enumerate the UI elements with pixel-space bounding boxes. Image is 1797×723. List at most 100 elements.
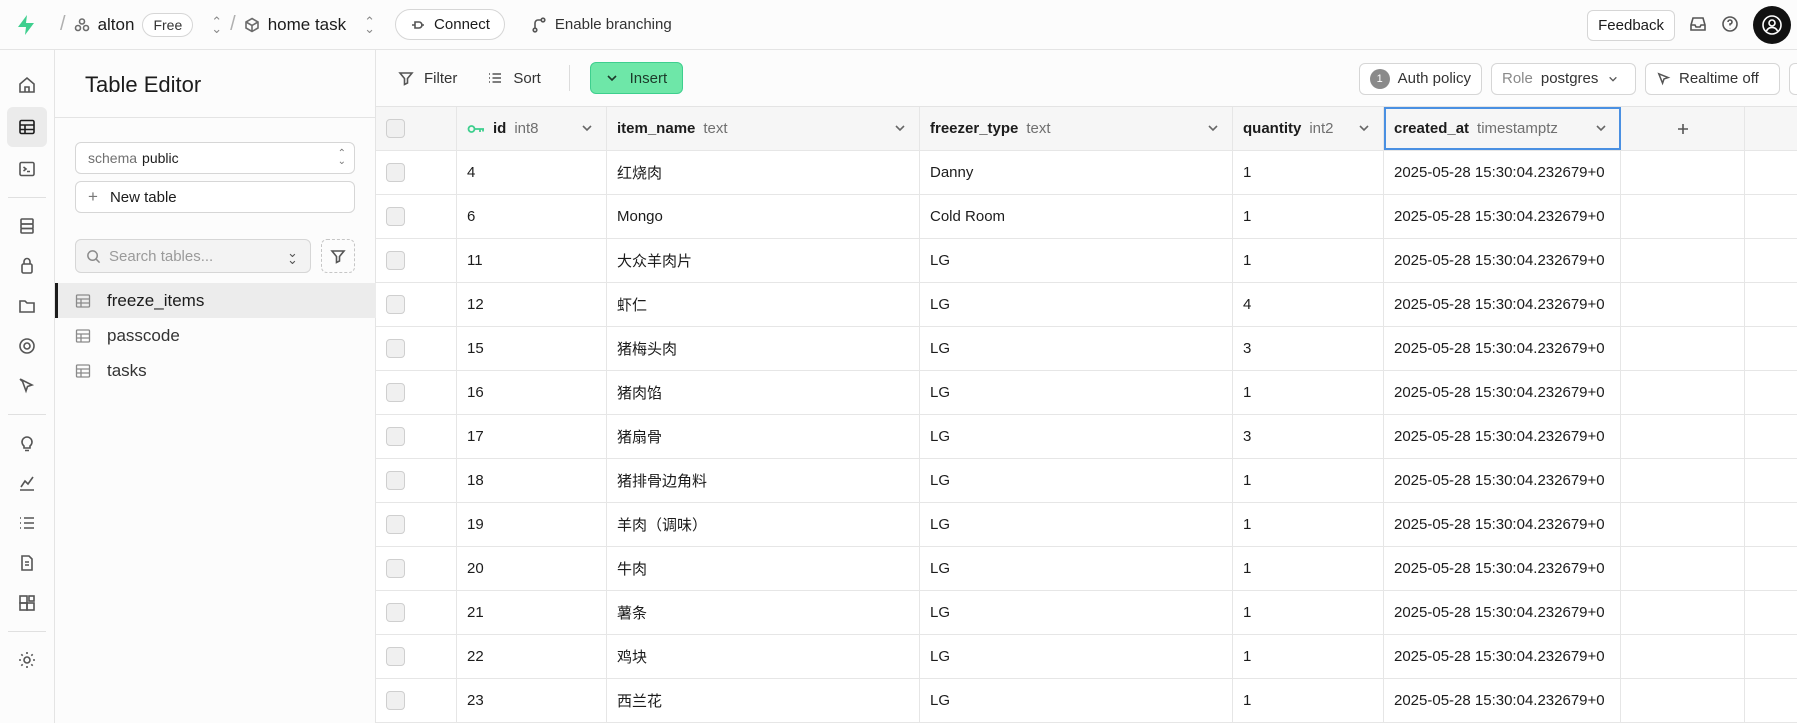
column-header-item-name[interactable]: item_name text [607, 107, 920, 150]
column-header-quantity[interactable]: quantity int2 [1233, 107, 1384, 150]
row-checkbox[interactable] [386, 339, 405, 358]
storage-folder-icon[interactable] [7, 286, 47, 326]
row-checkbox[interactable] [386, 207, 405, 226]
cell-item-name[interactable]: 羊肉（调味） [607, 503, 920, 546]
cell-id[interactable]: 19 [457, 503, 607, 546]
row-checkbox[interactable] [386, 603, 405, 622]
chevron-down-icon[interactable] [1357, 121, 1371, 135]
cell-id[interactable]: 11 [457, 239, 607, 282]
chevron-down-icon[interactable] [1594, 121, 1608, 135]
reports-chart-icon[interactable] [7, 463, 47, 503]
org-breadcrumb[interactable]: alton Free ⌃ ⌄ [74, 12, 222, 37]
cell-item-name[interactable]: Mongo [607, 195, 920, 238]
cell-freezer-type[interactable]: LG [920, 635, 1233, 678]
project-switcher-icon[interactable]: ⌃ ⌄ [364, 15, 375, 35]
filter-button[interactable]: Filter [398, 70, 457, 87]
cell-quantity[interactable]: 3 [1233, 327, 1384, 370]
row-checkbox[interactable] [386, 647, 405, 666]
chevron-down-icon[interactable] [1206, 121, 1220, 135]
realtime-toggle-button[interactable]: Realtime off [1645, 62, 1780, 95]
cell-quantity[interactable]: 1 [1233, 635, 1384, 678]
cell-id[interactable]: 23 [457, 679, 607, 722]
cell-id[interactable]: 16 [457, 371, 607, 414]
cell-quantity[interactable]: 1 [1233, 151, 1384, 194]
cell-freezer-type[interactable]: LG [920, 239, 1233, 282]
collapse-chevrons-icon[interactable]: ⌄ ⌄ [287, 246, 298, 266]
cell-quantity[interactable]: 1 [1233, 371, 1384, 414]
auth-lock-icon[interactable] [7, 246, 47, 286]
integrations-icon[interactable] [7, 583, 47, 623]
cell-freezer-type[interactable]: LG [920, 327, 1233, 370]
row-checkbox[interactable] [386, 691, 405, 710]
cell-id[interactable]: 17 [457, 415, 607, 458]
edge-functions-icon[interactable] [7, 326, 47, 366]
sort-button[interactable]: Sort [487, 70, 541, 87]
cell-created-at[interactable]: 2025-05-28 15:30:04.232679+0 [1384, 239, 1621, 282]
row-checkbox[interactable] [386, 427, 405, 446]
table-editor-icon[interactable] [7, 107, 47, 147]
auth-policy-button[interactable]: 1 Auth policy [1358, 62, 1482, 95]
chevron-down-icon[interactable] [893, 121, 907, 135]
connect-button[interactable]: Connect [395, 9, 505, 40]
help-icon[interactable] [1721, 15, 1739, 36]
chevron-down-icon[interactable] [580, 121, 594, 135]
inbox-icon[interactable] [1689, 15, 1707, 36]
cell-created-at[interactable]: 2025-05-28 15:30:04.232679+0 [1384, 635, 1621, 678]
row-checkbox[interactable] [386, 471, 405, 490]
cell-id[interactable]: 21 [457, 591, 607, 634]
cell-created-at[interactable]: 2025-05-28 15:30:04.232679+0 [1384, 327, 1621, 370]
column-header-id[interactable]: id int8 [457, 107, 607, 150]
cell-freezer-type[interactable]: LG [920, 415, 1233, 458]
cell-freezer-type[interactable]: LG [920, 459, 1233, 502]
cell-item-name[interactable]: 薯条 [607, 591, 920, 634]
cell-quantity[interactable]: 1 [1233, 239, 1384, 282]
cell-quantity[interactable]: 1 [1233, 195, 1384, 238]
cell-quantity[interactable]: 4 [1233, 283, 1384, 326]
row-checkbox[interactable] [386, 251, 405, 270]
cell-id[interactable]: 20 [457, 547, 607, 590]
row-checkbox[interactable] [386, 515, 405, 534]
advisors-lightbulb-icon[interactable] [7, 423, 47, 463]
schema-select[interactable]: schema public ⌃ ⌄ [75, 142, 355, 174]
insert-button[interactable]: Insert [589, 62, 683, 94]
cell-quantity[interactable]: 3 [1233, 415, 1384, 458]
cell-quantity[interactable]: 1 [1233, 679, 1384, 722]
cell-item-name[interactable]: 猪肉馅 [607, 371, 920, 414]
cell-id[interactable]: 12 [457, 283, 607, 326]
cell-created-at[interactable]: 2025-05-28 15:30:04.232679+0 [1384, 679, 1621, 722]
add-column-button[interactable] [1621, 107, 1745, 150]
cell-freezer-type[interactable]: LG [920, 547, 1233, 590]
new-table-button[interactable]: + New table [75, 181, 355, 213]
cell-item-name[interactable]: 红烧肉 [607, 151, 920, 194]
cell-item-name[interactable]: 西兰花 [607, 679, 920, 722]
cell-item-name[interactable]: 猪扇骨 [607, 415, 920, 458]
cell-item-name[interactable]: 猪排骨边角料 [607, 459, 920, 502]
cell-id[interactable]: 4 [457, 151, 607, 194]
home-icon[interactable] [7, 65, 47, 105]
row-checkbox[interactable] [386, 383, 405, 402]
cell-created-at[interactable]: 2025-05-28 15:30:04.232679+0 [1384, 547, 1621, 590]
cell-quantity[interactable]: 1 [1233, 547, 1384, 590]
cell-freezer-type[interactable]: LG [920, 371, 1233, 414]
cell-created-at[interactable]: 2025-05-28 15:30:04.232679+0 [1384, 151, 1621, 194]
select-all-checkbox[interactable] [386, 119, 405, 138]
cell-created-at[interactable]: 2025-05-28 15:30:04.232679+0 [1384, 283, 1621, 326]
org-switcher-icon[interactable]: ⌃ ⌄ [211, 15, 222, 35]
avatar[interactable] [1753, 6, 1791, 44]
cell-freezer-type[interactable]: LG [920, 591, 1233, 634]
sql-editor-icon[interactable] [7, 149, 47, 189]
column-header-freezer-type[interactable]: freezer_type text [920, 107, 1233, 150]
cell-quantity[interactable]: 1 [1233, 459, 1384, 502]
cell-id[interactable]: 6 [457, 195, 607, 238]
database-icon[interactable] [7, 206, 47, 246]
feedback-button[interactable]: Feedback [1587, 9, 1675, 41]
cell-freezer-type[interactable]: Cold Room [920, 195, 1233, 238]
realtime-cursor-icon[interactable] [7, 366, 47, 406]
cell-id[interactable]: 22 [457, 635, 607, 678]
cell-created-at[interactable]: 2025-05-28 15:30:04.232679+0 [1384, 415, 1621, 458]
cell-item-name[interactable]: 鸡块 [607, 635, 920, 678]
cell-quantity[interactable]: 1 [1233, 591, 1384, 634]
settings-gear-icon[interactable] [7, 640, 47, 680]
cell-freezer-type[interactable]: LG [920, 283, 1233, 326]
cell-id[interactable]: 15 [457, 327, 607, 370]
